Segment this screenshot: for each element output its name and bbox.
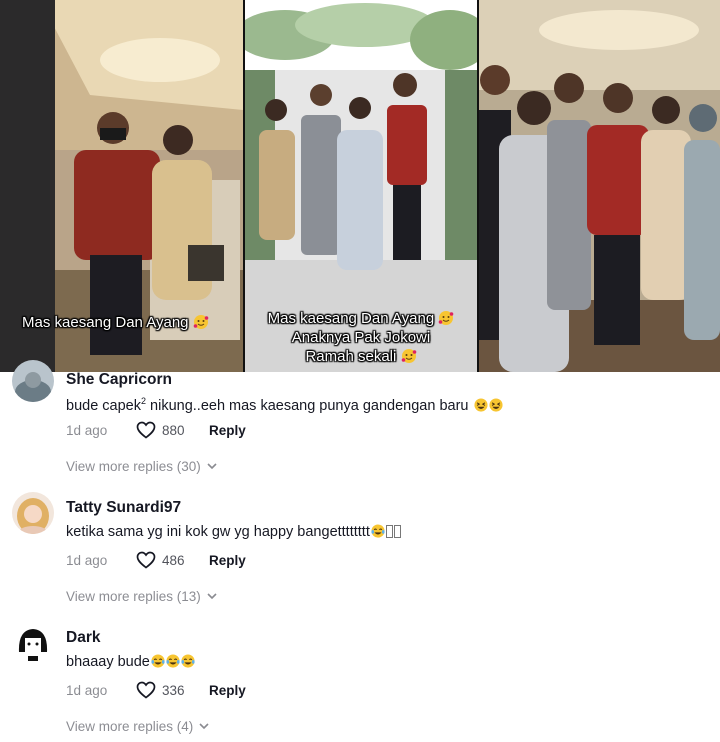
avatar[interactable]: [12, 492, 54, 534]
smiling-face-with-hearts-emoji: [401, 349, 416, 363]
view-more-replies[interactable]: View more replies (13): [66, 589, 217, 604]
like-count: 336: [162, 682, 185, 698]
frame-caption: Mas kaesang Dan Ayang: [22, 313, 209, 332]
comment-item: Tatty Sunardi97 ketika sama yg ini kok g…: [0, 492, 720, 612]
smiling-face-with-hearts-emoji: [193, 315, 208, 329]
smiling-face-with-hearts-emoji: [439, 311, 454, 325]
chevron-down-icon: [207, 593, 217, 600]
comment-username[interactable]: Dark: [66, 629, 100, 647]
heart-icon: [136, 421, 156, 439]
video-frame-1[interactable]: Mas kaesang Dan Ayang: [0, 0, 243, 372]
missing-glyph-box: [393, 525, 401, 538]
grinning-squint-emoji: [473, 398, 488, 412]
comment-timestamp: 1d ago: [66, 683, 108, 698]
like-count: 880: [162, 422, 185, 438]
tears-of-joy-emoji: [166, 654, 180, 668]
heart-icon: [136, 551, 156, 569]
comment-text: bude capek2 nikung..eeh mas kaesang puny…: [66, 396, 503, 414]
chevron-down-icon: [199, 723, 209, 730]
like-button[interactable]: 336: [136, 681, 185, 699]
missing-glyph-box: [385, 525, 393, 538]
tears-of-joy-emoji: [371, 524, 385, 538]
chevron-down-icon: [207, 463, 217, 470]
comment-text: ketika sama yg ini kok gw yg happy bange…: [66, 524, 401, 540]
comment-username[interactable]: She Capricorn: [66, 371, 172, 389]
comment-timestamp: 1d ago: [66, 423, 108, 438]
reply-button[interactable]: Reply: [209, 683, 246, 698]
like-button[interactable]: 486: [136, 551, 185, 569]
tears-of-joy-emoji: [151, 654, 165, 668]
video-thumbnail-strip: Mas kaesang Dan Ayang Mas kaesang Dan Ay…: [0, 0, 720, 372]
comment-username[interactable]: Tatty Sunardi97: [66, 499, 181, 517]
comment-text: bhaaay bude: [66, 654, 195, 670]
reply-button[interactable]: Reply: [209, 423, 246, 438]
frame-caption-multiline: Mas kaesang Dan Ayang Anaknya Pak Jokowi…: [245, 309, 477, 366]
view-more-replies[interactable]: View more replies (30): [66, 459, 217, 474]
comment-item: Dark bhaaay bude 1d ago 336 Reply View m…: [0, 622, 720, 742]
video-frame-3[interactable]: [479, 0, 720, 372]
view-more-replies[interactable]: View more replies (4): [66, 719, 209, 734]
comment-item: She Capricorn bude capek2 nikung..eeh ma…: [0, 360, 720, 482]
like-count: 486: [162, 552, 185, 568]
avatar[interactable]: [12, 622, 54, 664]
avatar[interactable]: [12, 360, 54, 402]
reply-button[interactable]: Reply: [209, 553, 246, 568]
grinning-squint-emoji: [488, 398, 503, 412]
comment-timestamp: 1d ago: [66, 553, 108, 568]
like-button[interactable]: 880: [136, 421, 185, 439]
tears-of-joy-emoji: [181, 654, 195, 668]
heart-icon: [136, 681, 156, 699]
video-frame-2[interactable]: Mas kaesang Dan Ayang Anaknya Pak Jokowi…: [245, 0, 477, 372]
